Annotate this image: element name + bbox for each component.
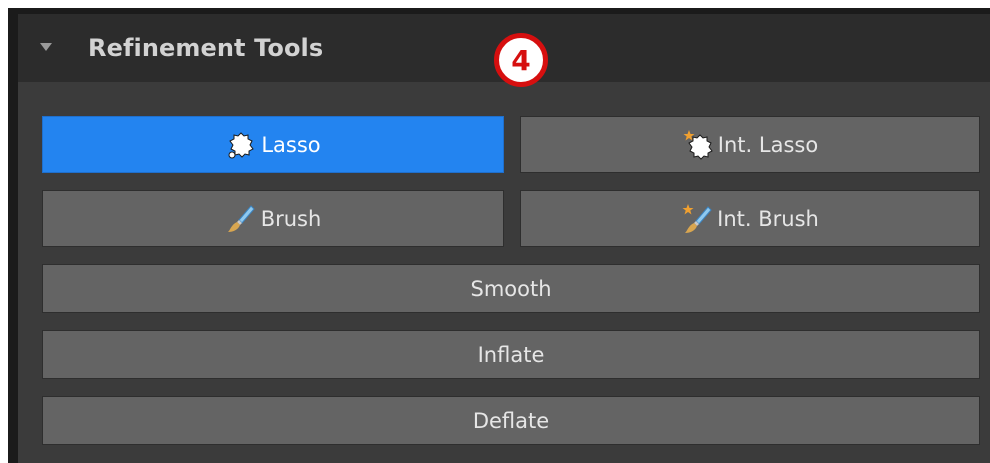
- panel-body: Lasso Int. Lasso Brush Int. Brush Smooth…: [18, 82, 990, 463]
- step-badge: 4: [494, 33, 548, 87]
- lasso-label: Lasso: [261, 132, 321, 157]
- panel-title: Refinement Tools: [88, 34, 324, 62]
- chevron-down-icon[interactable]: [40, 43, 52, 51]
- lasso-icon: [225, 129, 257, 161]
- int-brush-button[interactable]: Int. Brush: [520, 190, 980, 247]
- inflate-button[interactable]: Inflate: [42, 330, 980, 379]
- smooth-label: Smooth: [470, 276, 552, 301]
- int-lasso-icon: [682, 129, 714, 161]
- int-lasso-button[interactable]: Int. Lasso: [520, 116, 980, 173]
- inflate-label: Inflate: [477, 342, 545, 367]
- int-brush-icon: [681, 203, 713, 235]
- deflate-button[interactable]: Deflate: [42, 396, 980, 445]
- brush-icon: [225, 203, 257, 235]
- deflate-label: Deflate: [472, 408, 550, 433]
- refinement-tools-window: Refinement Tools Lasso Int. Lasso Brush …: [8, 8, 990, 463]
- int-lasso-label: Int. Lasso: [717, 132, 819, 157]
- brush-label: Brush: [260, 206, 322, 231]
- brush-button[interactable]: Brush: [42, 190, 504, 247]
- lasso-button[interactable]: Lasso: [42, 116, 504, 173]
- int-brush-label: Int. Brush: [717, 206, 819, 231]
- smooth-button[interactable]: Smooth: [42, 264, 980, 313]
